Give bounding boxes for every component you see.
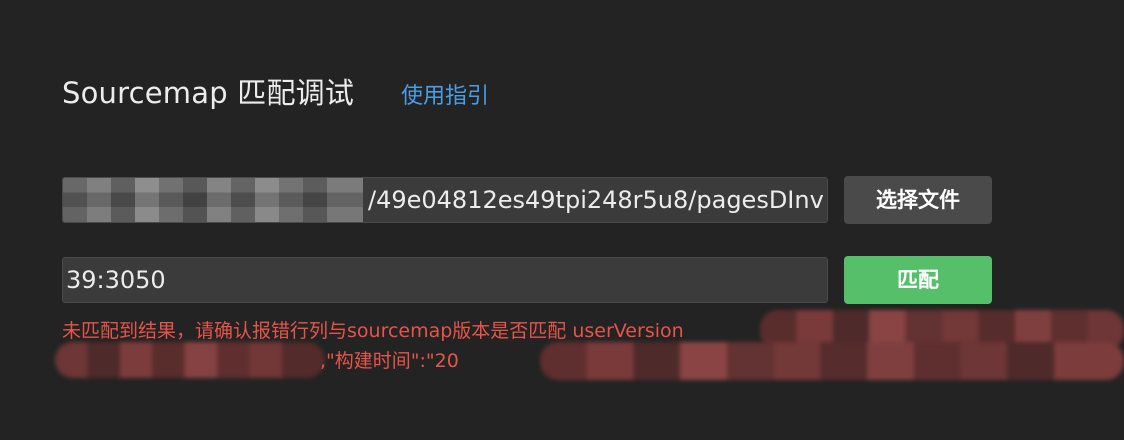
file-path-field[interactable]: /49e04812es49tpi248r5u8/pagesDInv xyxy=(62,177,828,223)
sourcemap-debug-panel: Sourcemap 匹配调试 使用指引 /49e04812es49tpi248r… xyxy=(0,0,1124,440)
choose-file-button[interactable]: 选择文件 xyxy=(844,176,992,224)
redacted-path-mosaic xyxy=(63,178,363,222)
page-title: Sourcemap 匹配调试 xyxy=(62,76,355,110)
redacted-error-detail-3 xyxy=(540,342,1124,380)
line-column-input[interactable]: 39:3050 xyxy=(62,257,828,303)
redacted-error-detail-2 xyxy=(55,342,325,378)
file-path-value: /49e04812es49tpi248r5u8/pagesDInv xyxy=(368,186,824,214)
error-message: 未匹配到结果，请确认报错行列与sourcemap版本是否匹配 userVersi… xyxy=(62,320,684,342)
match-button[interactable]: 匹配 xyxy=(844,256,992,304)
error-message-line2: ,"构建时间":"20 xyxy=(320,350,459,372)
usage-guide-link[interactable]: 使用指引 xyxy=(401,78,489,110)
